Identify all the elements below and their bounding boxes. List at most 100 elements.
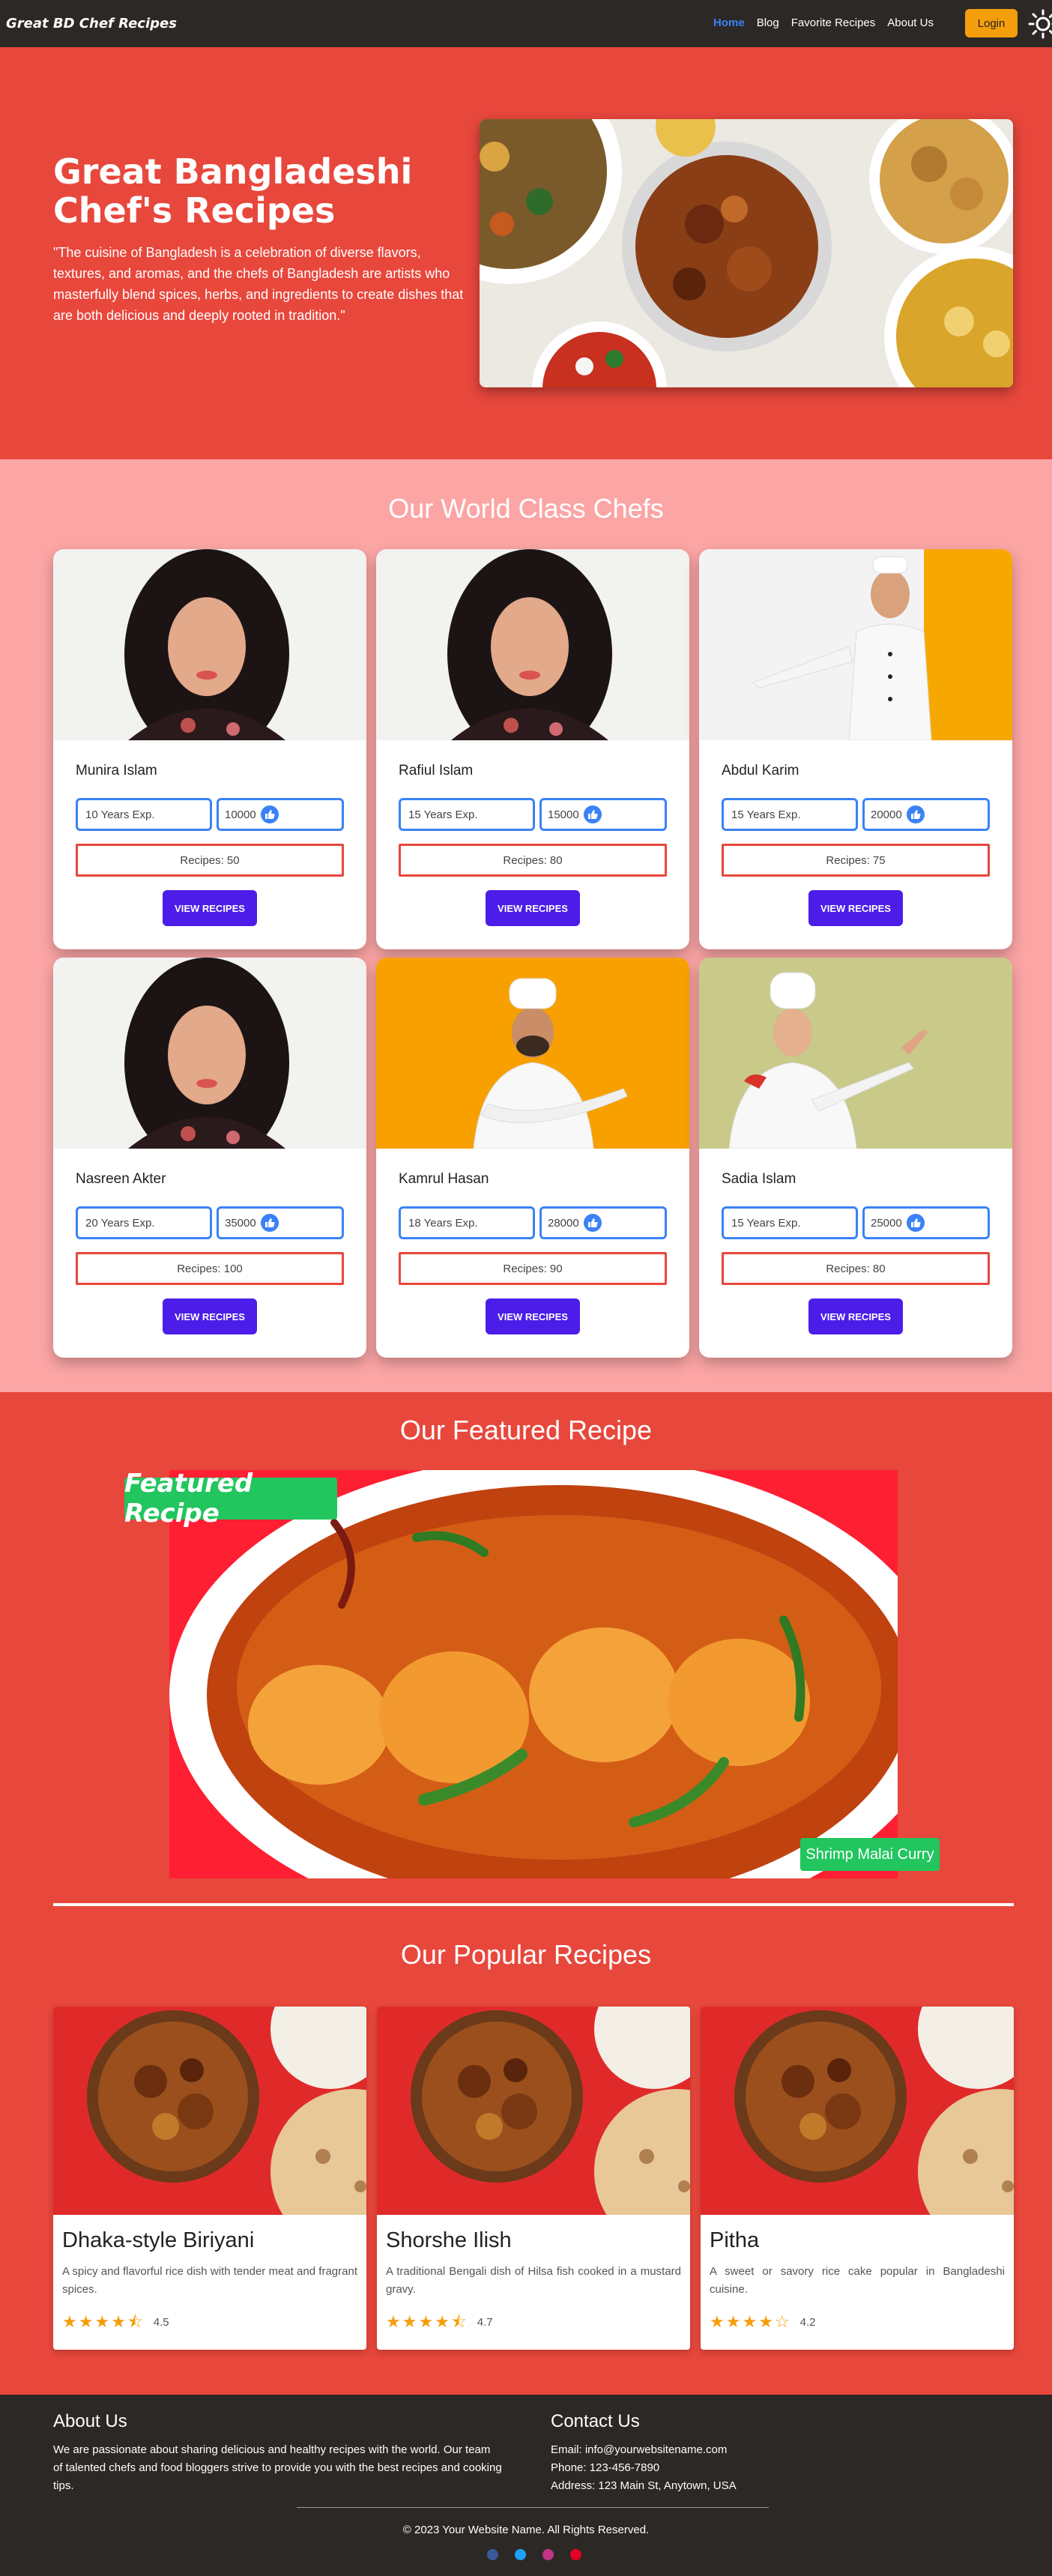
- recipe-description: A traditional Bengali dish of Hilsa fish…: [386, 2265, 681, 2296]
- nav-link-favorite-recipes[interactable]: Favorite Recipes: [791, 16, 876, 29]
- footer-phone: Phone: 123-456-7890: [551, 2461, 660, 2474]
- recipe-description: A sweet or savory rice cake popular in B…: [710, 2265, 1005, 2296]
- chefs-section-title: Our World Class Chefs: [388, 493, 664, 524]
- facebook-icon[interactable]: [487, 2549, 498, 2560]
- site-footer: About Us We are passionate about sharing…: [0, 2395, 1052, 2576]
- view-recipes-button[interactable]: VIEW RECIPES: [486, 1298, 580, 1334]
- chef-likes-count: 25000: [871, 1216, 902, 1230]
- popular-recipe-card[interactable]: Shorshe Ilish A traditional Bengali dish…: [377, 2007, 690, 2350]
- view-recipes-button[interactable]: VIEW RECIPES: [808, 1298, 903, 1334]
- rating-value: 4.7: [477, 2315, 493, 2329]
- chef-name: Sadia Islam: [722, 1171, 796, 1187]
- chef-card: Kamrul Hasan 18 Years Exp. 28000 Recipes…: [376, 958, 689, 1358]
- footer-about-title: About Us: [53, 2411, 127, 2431]
- footer-divider: [297, 2507, 769, 2508]
- thumbs-up-icon[interactable]: [583, 805, 602, 823]
- star-full-icon: ★: [435, 2312, 450, 2331]
- chef-likes: 15000: [539, 798, 667, 831]
- chef-photo: [376, 549, 689, 740]
- chef-name: Nasreen Akter: [76, 1171, 166, 1187]
- featured-recipe-name[interactable]: Shrimp Malai Curry: [800, 1838, 940, 1871]
- chef-likes-count: 35000: [225, 1216, 256, 1230]
- chef-card: Nasreen Akter 20 Years Exp. 35000 Recipe…: [53, 958, 366, 1358]
- nav-link-blog[interactable]: Blog: [757, 16, 779, 29]
- chef-likes-count: 15000: [548, 808, 579, 821]
- chef-likes: 28000: [539, 1206, 667, 1239]
- footer-email[interactable]: Email: info@yourwebsitename.com: [551, 2441, 737, 2459]
- recipe-rating: ★ ★ ★ ★ ☆ 4.2: [710, 2314, 816, 2330]
- chef-name: Kamrul Hasan: [399, 1171, 489, 1187]
- recipe-rating: ★ ★ ★ ★ ⯪ 4.7: [386, 2314, 493, 2330]
- star-full-icon: ★: [62, 2312, 77, 2331]
- nav-link-about-us[interactable]: About Us: [887, 16, 934, 29]
- thumbs-up-icon[interactable]: [906, 805, 925, 823]
- chef-name: Munira Islam: [76, 763, 157, 778]
- star-full-icon: ★: [94, 2312, 110, 2331]
- recipe-photo: [377, 2007, 690, 2215]
- twitter-icon[interactable]: [515, 2549, 526, 2560]
- popular-recipe-card[interactable]: Pitha A sweet or savory rice cake popula…: [701, 2007, 1014, 2350]
- featured-section: Our Featured Recipe Featured Recipe Shri…: [0, 1392, 1052, 2395]
- view-recipes-button[interactable]: VIEW RECIPES: [486, 890, 580, 926]
- nav-link-home[interactable]: Home: [713, 16, 745, 29]
- chef-card: Sadia Islam 15 Years Exp. 25000 Recipes:…: [699, 958, 1012, 1358]
- featured-section-title: Our Featured Recipe: [399, 1415, 653, 1445]
- instagram-icon[interactable]: [542, 2549, 554, 2560]
- chef-photo: [53, 549, 366, 740]
- recipe-photo: [701, 2007, 1014, 2215]
- view-recipes-button[interactable]: VIEW RECIPES: [808, 890, 903, 926]
- chef-recipe-count: Recipes: 100: [76, 1252, 344, 1285]
- nav-links: Home Blog Favorite Recipes About Us: [713, 16, 934, 29]
- recipe-description: A spicy and flavorful rice dish with ten…: [62, 2265, 357, 2296]
- theme-toggle-sun-icon[interactable]: [1028, 9, 1052, 39]
- star-half-icon: ⯪: [450, 2312, 467, 2331]
- star-full-icon: ★: [418, 2312, 434, 2331]
- chef-likes-count: 20000: [871, 808, 902, 821]
- footer-contact-info: Email: info@yourwebsitename.com Phone: 1…: [551, 2441, 737, 2495]
- chef-likes-count: 10000: [225, 808, 256, 821]
- chef-likes: 10000: [217, 798, 344, 831]
- section-divider: [53, 1903, 1014, 1906]
- view-recipes-button[interactable]: VIEW RECIPES: [163, 890, 257, 926]
- chef-card: Munira Islam 10 Years Exp. 10000 Recipes…: [53, 549, 366, 949]
- brand-logo-text[interactable]: Great BD Chef Recipes: [6, 16, 177, 31]
- hero-text: "The cuisine of Bangladesh is a celebrat…: [53, 245, 464, 323]
- chef-card: Abdul Karim 15 Years Exp. 20000 Recipes:…: [699, 549, 1012, 949]
- chef-card: Rafiul Islam 15 Years Exp. 15000 Recipes…: [376, 549, 689, 949]
- footer-contact-title: Contact Us: [551, 2411, 640, 2431]
- chef-experience: 15 Years Exp.: [399, 798, 535, 831]
- chef-likes-count: 28000: [548, 1216, 579, 1230]
- thumbs-up-icon[interactable]: [583, 1214, 602, 1232]
- recipe-title: Pitha: [710, 2228, 760, 2252]
- rating-value: 4.5: [153, 2315, 169, 2329]
- star-full-icon: ★: [386, 2312, 401, 2331]
- chef-recipe-count: Recipes: 75: [722, 844, 990, 877]
- chef-experience: 20 Years Exp.: [76, 1206, 212, 1239]
- featured-badge: Featured Recipe: [124, 1469, 337, 1529]
- recipe-rating: ★ ★ ★ ★ ⯪ 4.5: [62, 2314, 169, 2330]
- star-half-icon: ⯪: [127, 2312, 143, 2331]
- footer-address: Address: 123 Main St, Anytown, USA: [551, 2479, 737, 2492]
- social-links: [487, 2549, 581, 2560]
- chef-recipe-count: Recipes: 50: [76, 844, 344, 877]
- thumbs-up-icon[interactable]: [906, 1214, 925, 1232]
- chef-name: Abdul Karim: [722, 763, 799, 778]
- chef-photo: [53, 958, 366, 1149]
- star-full-icon: ★: [725, 2312, 741, 2331]
- pinterest-icon[interactable]: [570, 2549, 581, 2560]
- thumbs-up-icon[interactable]: [260, 805, 279, 823]
- chef-name: Rafiul Islam: [399, 763, 474, 778]
- login-button[interactable]: Login: [965, 9, 1018, 37]
- thumbs-up-icon[interactable]: [260, 1214, 279, 1232]
- view-recipes-button[interactable]: VIEW RECIPES: [163, 1298, 257, 1334]
- chef-recipe-count: Recipes: 80: [722, 1252, 990, 1285]
- rating-value: 4.2: [799, 2315, 816, 2329]
- star-full-icon: ★: [402, 2312, 417, 2331]
- recipe-photo: [53, 2007, 366, 2215]
- chef-likes: 20000: [862, 798, 990, 831]
- featured-recipe-image: [169, 1470, 898, 1878]
- popular-recipe-card[interactable]: Dhaka-style Biriyani A spicy and flavorf…: [53, 2007, 366, 2350]
- chef-photo: [376, 958, 689, 1149]
- chef-likes: 35000: [217, 1206, 344, 1239]
- recipe-title: Shorshe Ilish: [386, 2228, 512, 2252]
